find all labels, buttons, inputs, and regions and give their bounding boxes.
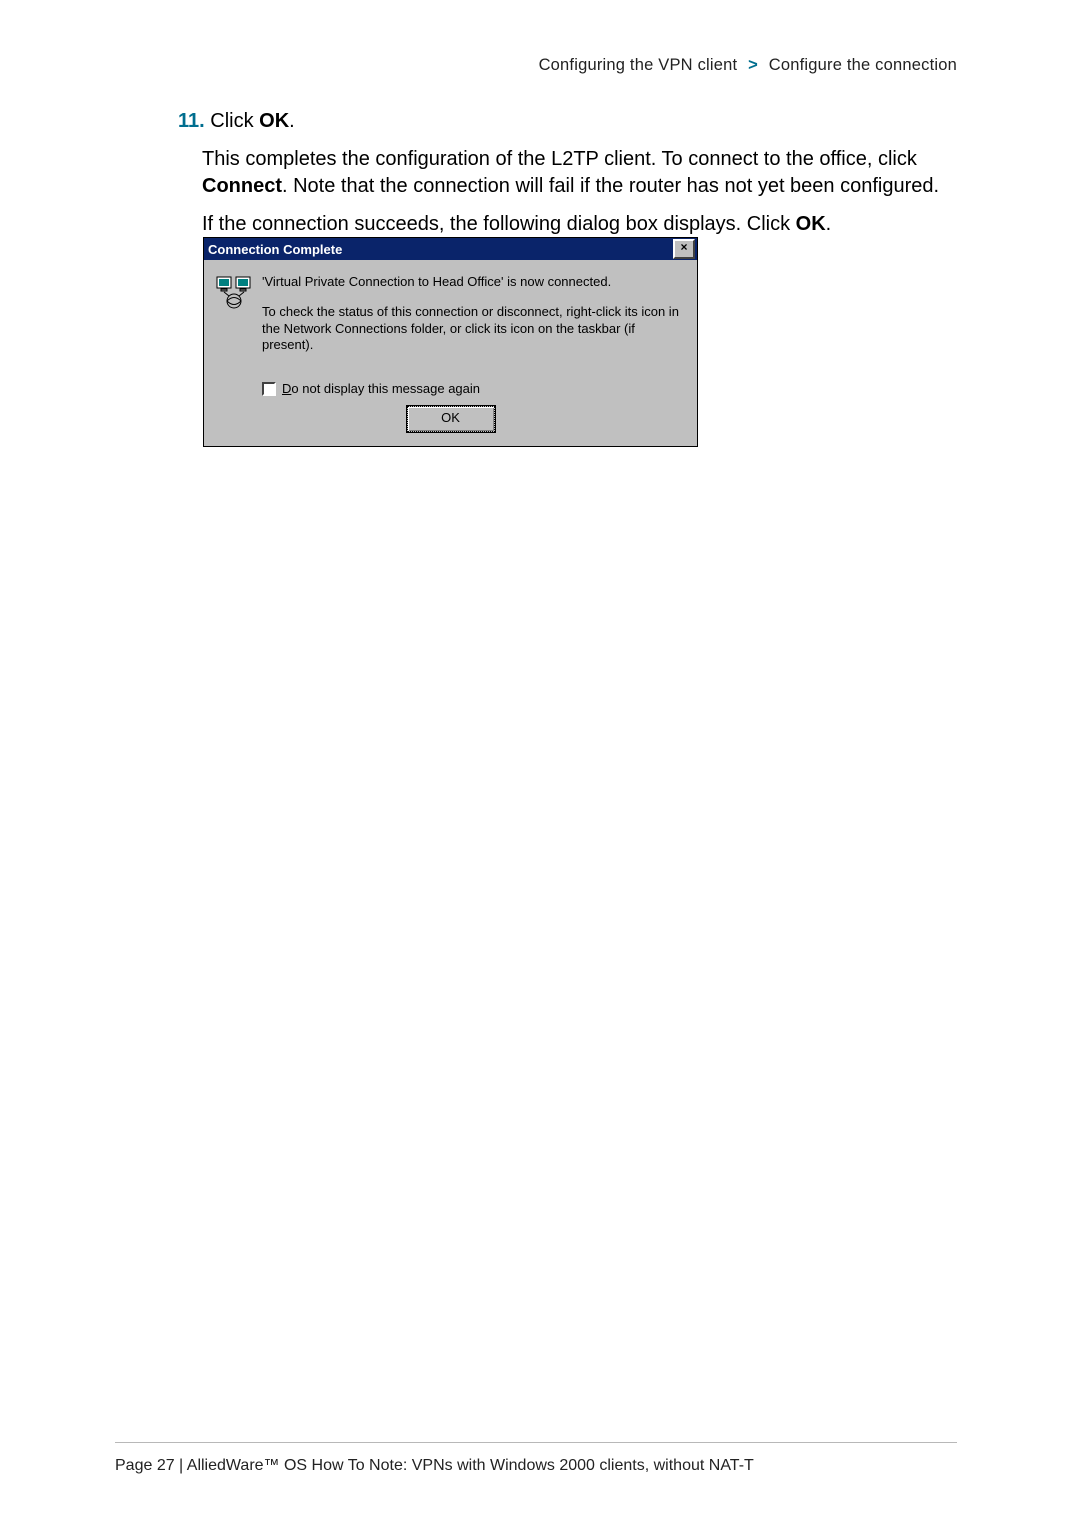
footer-rule bbox=[115, 1442, 957, 1443]
body-paragraph-1: This completes the configuration of the … bbox=[178, 146, 960, 201]
dialog-checkbox-row: Do not display this message again bbox=[204, 375, 697, 406]
dialog-message-1: 'Virtual Private Connection to Head Offi… bbox=[262, 274, 685, 290]
page-footer: Page 27 | AlliedWare™ OS How To Note: VP… bbox=[115, 1457, 754, 1475]
ok-button[interactable]: OK bbox=[407, 406, 495, 432]
checkbox-accel: D bbox=[282, 381, 291, 396]
dialog-titlebar: Connection Complete × bbox=[204, 238, 697, 260]
network-connection-icon bbox=[216, 274, 252, 310]
para1-bold: Connect bbox=[202, 175, 282, 197]
checkbox-label: Do not display this message again bbox=[282, 381, 480, 396]
ok-button-label: OK bbox=[441, 410, 460, 425]
checkbox-rest: o not display this message again bbox=[291, 381, 480, 396]
step-line: 11. Click OK. bbox=[178, 108, 960, 136]
para1-b: . Note that the connection will fail if … bbox=[282, 175, 939, 197]
dialog-icon-column bbox=[216, 274, 262, 367]
step-text-prefix: Click bbox=[210, 110, 259, 132]
step-text-suffix: . bbox=[289, 110, 295, 132]
dialog-text-column: 'Virtual Private Connection to Head Offi… bbox=[262, 274, 685, 367]
dialog-button-row: OK bbox=[204, 406, 697, 446]
step-text-bold: OK bbox=[259, 110, 289, 132]
do-not-display-checkbox[interactable] bbox=[262, 382, 276, 396]
dialog-title: Connection Complete bbox=[208, 242, 342, 257]
connection-complete-dialog: Connection Complete × bbox=[203, 237, 698, 447]
para2-bold: OK bbox=[796, 213, 826, 235]
close-button[interactable]: × bbox=[673, 239, 695, 259]
document-page: Configuring the VPN client > Configure t… bbox=[0, 0, 1080, 1527]
close-icon: × bbox=[680, 240, 687, 254]
content-area: 11. Click OK. This completes the configu… bbox=[178, 108, 960, 248]
breadcrumb-section: Configuring the VPN client bbox=[539, 56, 738, 74]
step-number: 11. bbox=[178, 110, 205, 132]
breadcrumb-separator-icon: > bbox=[742, 56, 764, 74]
dialog-message-2: To check the status of this connection o… bbox=[262, 304, 685, 353]
dialog-body: 'Virtual Private Connection to Head Offi… bbox=[204, 260, 697, 375]
para2-a: If the connection succeeds, the followin… bbox=[202, 213, 796, 235]
breadcrumb: Configuring the VPN client > Configure t… bbox=[539, 56, 957, 75]
breadcrumb-subsection: Configure the connection bbox=[769, 56, 957, 74]
para2-b: . bbox=[826, 213, 832, 235]
body-paragraph-2: If the connection succeeds, the followin… bbox=[178, 211, 960, 239]
para1-a: This completes the configuration of the … bbox=[202, 148, 917, 170]
